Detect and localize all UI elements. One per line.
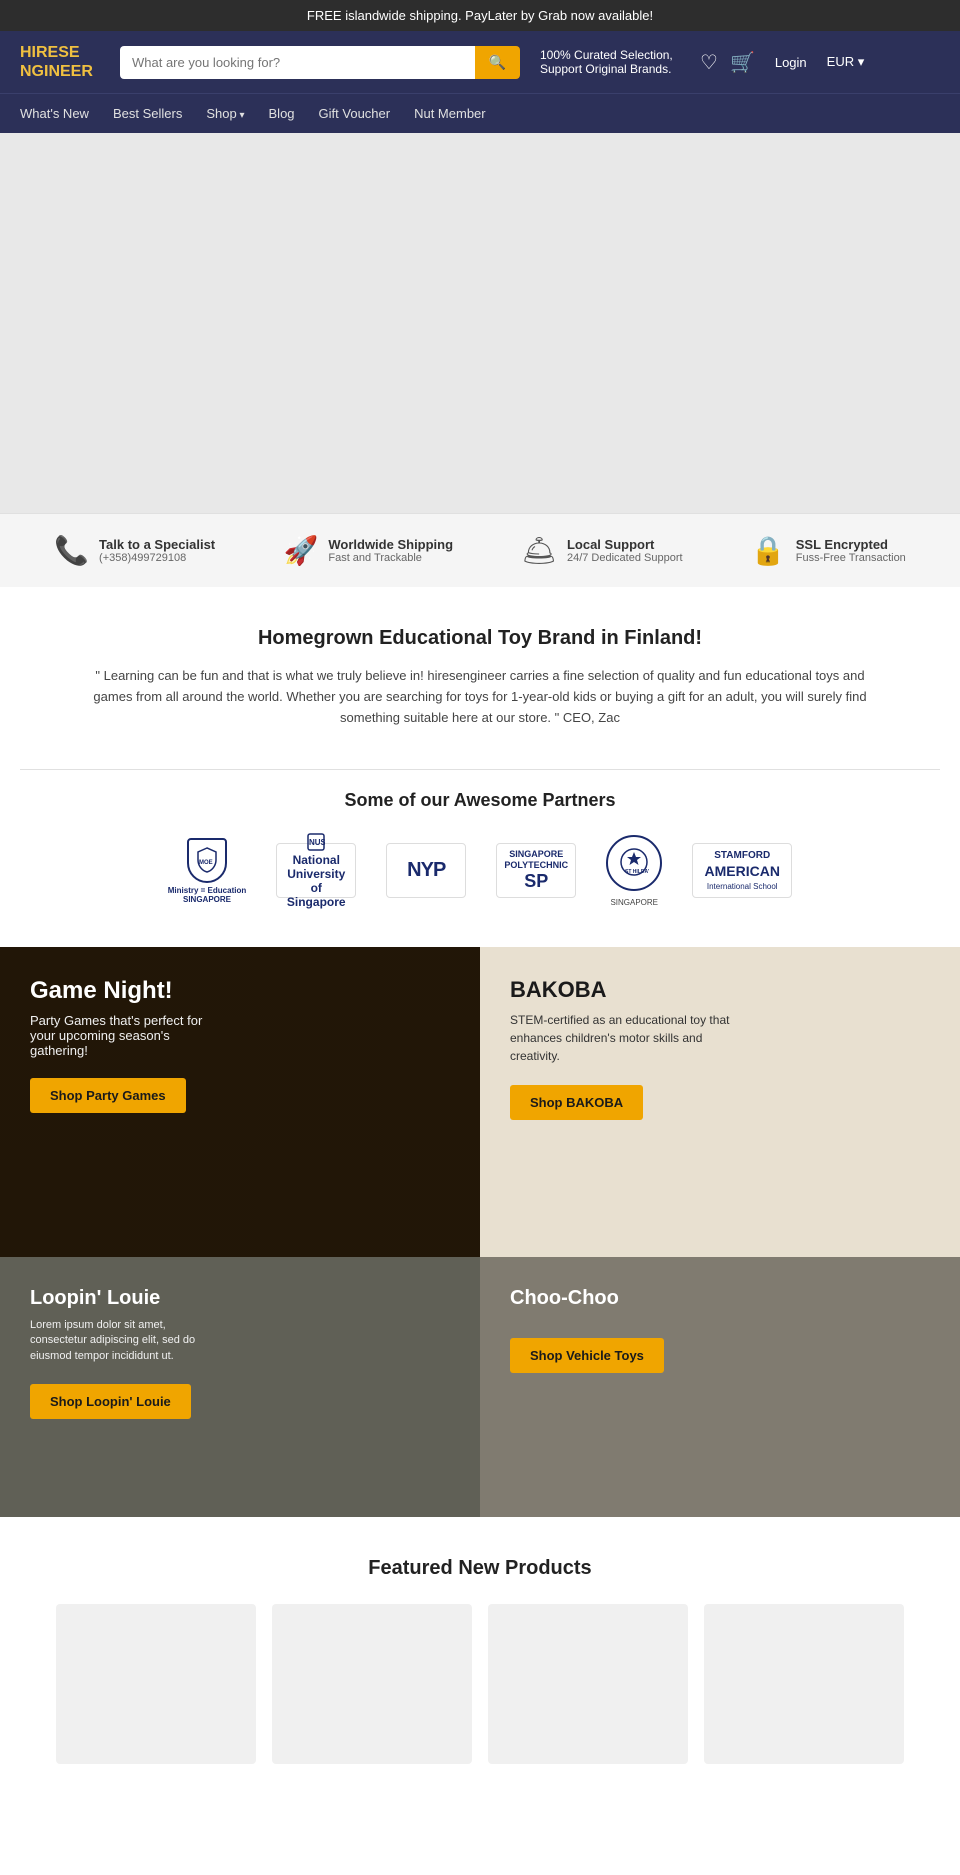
nav-nut-member[interactable]: Nut Member bbox=[414, 94, 486, 133]
promo-game-night: Game Night! Party Games that's perfect f… bbox=[0, 947, 480, 1257]
nav-shop[interactable]: Shop bbox=[206, 94, 244, 133]
promo-loopin-louie: Loopin' Louie Lorem ipsum dolor sit amet… bbox=[0, 1257, 480, 1517]
feature-ssl-subtitle: Fuss-Free Transaction bbox=[796, 552, 906, 564]
game-night-title: Game Night! bbox=[30, 977, 450, 1005]
header: HIRESE NGINEER 🔍 100% Curated Selection,… bbox=[0, 31, 960, 93]
product-card-1[interactable] bbox=[56, 1604, 256, 1764]
partner-ministry: MOE Ministry = EducationSINGAPORE bbox=[168, 838, 246, 904]
feature-ssl-title: SSL Encrypted bbox=[796, 537, 906, 552]
ministry-shield-icon: MOE bbox=[187, 838, 227, 883]
search-bar: 🔍 bbox=[120, 46, 520, 79]
feature-specialist-subtitle: (+358)499729108 bbox=[99, 552, 215, 564]
login-link[interactable]: Login bbox=[775, 55, 807, 70]
featured-section: Featured New Products bbox=[0, 1517, 960, 1804]
svg-text:ST HILDA'S: ST HILDA'S bbox=[625, 869, 649, 875]
bakoba-brand: BAKOBA bbox=[510, 977, 930, 1003]
logo[interactable]: HIRESE NGINEER bbox=[20, 43, 100, 81]
wishlist-icon[interactable]: ♡ bbox=[700, 50, 718, 75]
nav-best-sellers[interactable]: Best Sellers bbox=[113, 94, 182, 133]
hero-banner bbox=[0, 133, 960, 513]
main-nav: What's New Best Sellers Shop Blog Gift V… bbox=[0, 93, 960, 133]
partner-stamford: STAMFORD AMERICAN International School bbox=[692, 843, 792, 898]
feature-support-subtitle: 24/7 Dedicated Support bbox=[567, 552, 683, 564]
secondary-banners: Loopin' Louie Lorem ipsum dolor sit amet… bbox=[0, 1257, 960, 1517]
search-button[interactable]: 🔍 bbox=[475, 46, 520, 79]
support-icon: 🛎 bbox=[521, 534, 557, 567]
about-description: " Learning can be fun and that is what w… bbox=[80, 666, 880, 728]
featured-heading: Featured New Products bbox=[20, 1557, 940, 1580]
feature-shipping: 🚀 Worldwide Shipping Fast and Trackable bbox=[283, 534, 453, 567]
shop-loopin-louie-button[interactable]: Shop Loopin' Louie bbox=[30, 1384, 191, 1419]
loopin-louie-desc: Lorem ipsum dolor sit amet, consectetur … bbox=[30, 1318, 210, 1364]
partner-sthildas: ST HILDA'S SINGAPORE bbox=[606, 835, 662, 907]
partners-section: Some of our Awesome Partners MOE Ministr… bbox=[0, 770, 960, 947]
about-section: Homegrown Educational Toy Brand in Finla… bbox=[0, 587, 960, 768]
svg-text:MOE: MOE bbox=[199, 860, 213, 866]
promo-bakoba: BAKOBA STEM-certified as an educational … bbox=[480, 947, 960, 1257]
feature-support: 🛎 Local Support 24/7 Dedicated Support bbox=[521, 534, 682, 567]
header-tagline: 100% Curated Selection, Support Original… bbox=[540, 48, 680, 76]
search-icon: 🔍 bbox=[489, 54, 506, 70]
shop-bakoba-button[interactable]: Shop BAKOBA bbox=[510, 1085, 643, 1120]
feature-specialist-title: Talk to a Specialist bbox=[99, 537, 215, 552]
partner-nus: NUS National Universityof Singapore bbox=[276, 843, 356, 898]
promo-choo-choo: Choo-Choo Shop Vehicle Toys bbox=[480, 1257, 960, 1517]
top-banner: FREE islandwide shipping. PayLater by Gr… bbox=[0, 0, 960, 31]
loopin-louie-title: Loopin' Louie bbox=[30, 1287, 450, 1310]
feature-ssl: 🔒 SSL Encrypted Fuss-Free Transaction bbox=[751, 534, 906, 567]
choo-choo-title: Choo-Choo bbox=[510, 1287, 930, 1310]
sthildas-label: SINGAPORE bbox=[610, 898, 658, 907]
svg-text:NUS: NUS bbox=[309, 838, 325, 847]
about-heading: Homegrown Educational Toy Brand in Finla… bbox=[80, 627, 880, 650]
lock-icon: 🔒 bbox=[751, 534, 786, 567]
features-bar: 📞 Talk to a Specialist (+358)499729108 🚀… bbox=[0, 513, 960, 587]
feature-shipping-title: Worldwide Shipping bbox=[328, 537, 453, 552]
partners-heading: Some of our Awesome Partners bbox=[40, 790, 920, 811]
partner-nyp: NYP bbox=[386, 843, 466, 898]
phone-icon: 📞 bbox=[54, 534, 89, 567]
promo-banners: Game Night! Party Games that's perfect f… bbox=[0, 947, 960, 1257]
search-input[interactable] bbox=[120, 46, 475, 79]
featured-grid bbox=[20, 1604, 940, 1764]
currency-selector[interactable]: EUR ▾ bbox=[827, 54, 865, 70]
rocket-icon: 🚀 bbox=[283, 534, 318, 567]
partners-logos: MOE Ministry = EducationSINGAPORE NUS Na… bbox=[40, 835, 920, 907]
top-banner-text: FREE islandwide shipping. PayLater by Gr… bbox=[307, 8, 653, 23]
partner-sp: SINGAPOREPOLYTECHNIC SP bbox=[496, 843, 576, 898]
ministry-label: Ministry = EducationSINGAPORE bbox=[168, 886, 246, 904]
shop-vehicle-toys-button[interactable]: Shop Vehicle Toys bbox=[510, 1338, 664, 1373]
nav-gift-voucher[interactable]: Gift Voucher bbox=[319, 94, 391, 133]
feature-support-title: Local Support bbox=[567, 537, 683, 552]
cart-icon[interactable]: 🛒 bbox=[730, 50, 755, 75]
nav-whats-new[interactable]: What's New bbox=[20, 94, 89, 133]
product-card-3[interactable] bbox=[488, 1604, 688, 1764]
feature-shipping-subtitle: Fast and Trackable bbox=[328, 552, 453, 564]
product-card-2[interactable] bbox=[272, 1604, 472, 1764]
bakoba-description: STEM-certified as an educational toy tha… bbox=[510, 1011, 730, 1065]
header-icons: ♡ 🛒 bbox=[700, 50, 755, 75]
feature-specialist: 📞 Talk to a Specialist (+358)499729108 bbox=[54, 534, 215, 567]
nav-blog[interactable]: Blog bbox=[269, 94, 295, 133]
game-night-subtitle: Party Games that's perfect for your upco… bbox=[30, 1013, 230, 1058]
shop-party-games-button[interactable]: Shop Party Games bbox=[30, 1078, 186, 1113]
product-card-4[interactable] bbox=[704, 1604, 904, 1764]
